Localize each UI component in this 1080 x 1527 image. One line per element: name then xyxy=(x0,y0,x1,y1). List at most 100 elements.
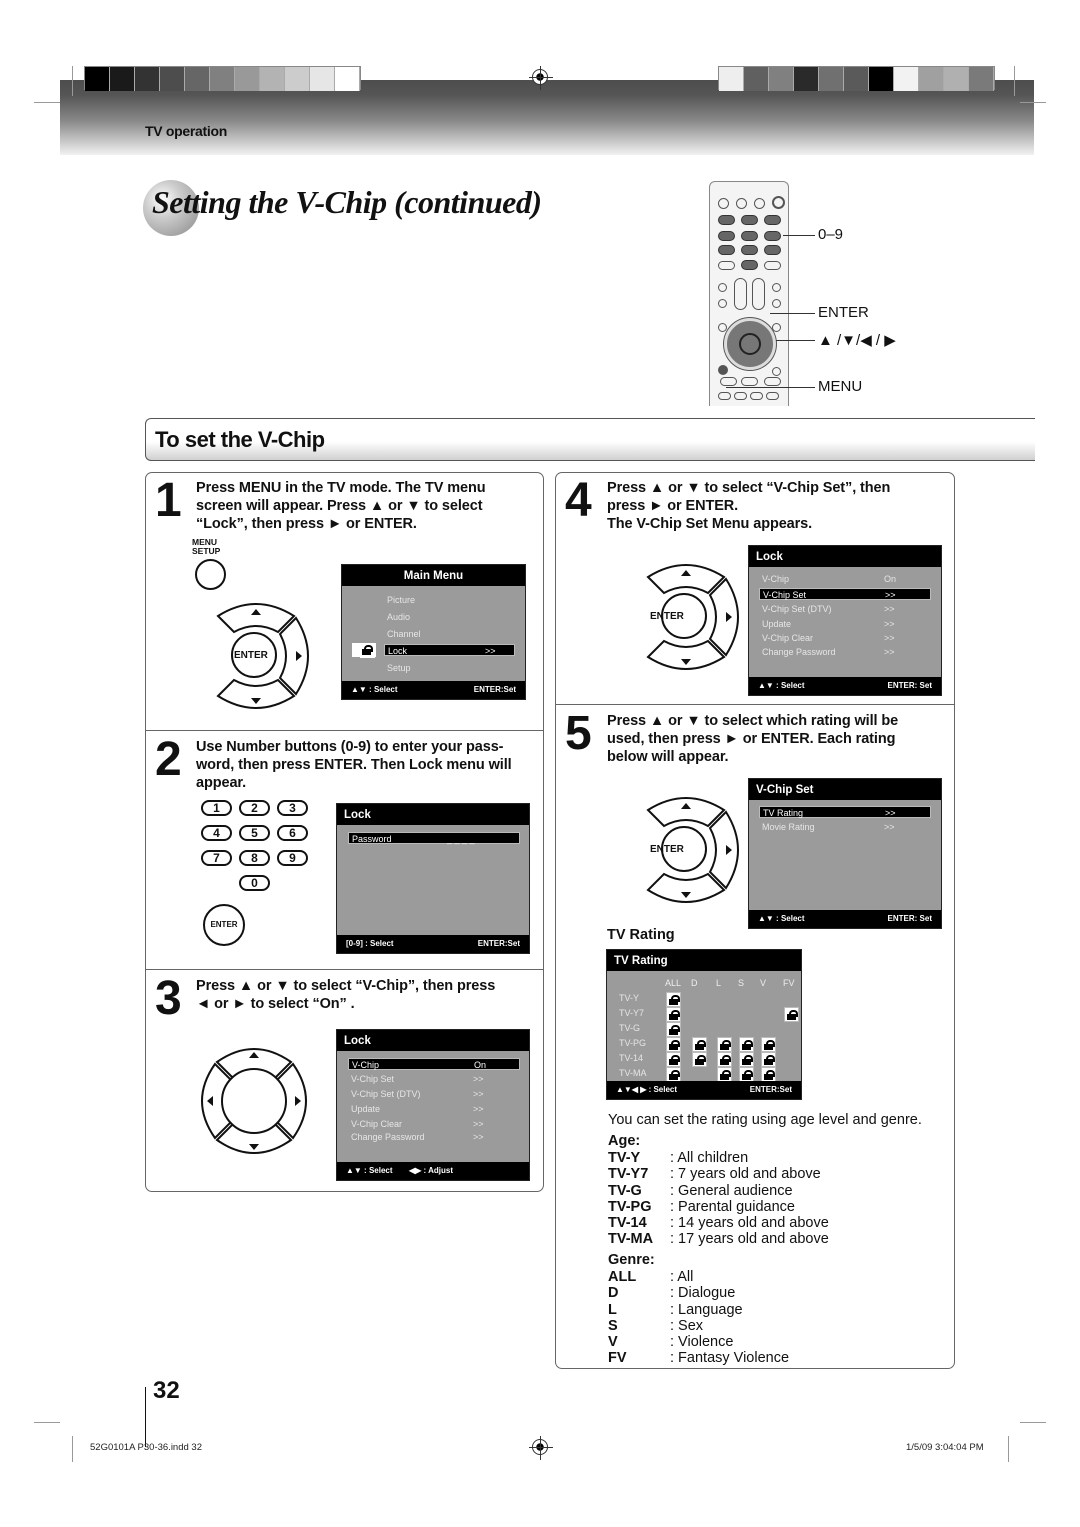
crop-mark xyxy=(1008,1436,1009,1462)
menu-item-vchip-clear[interactable]: V-Chip Clear >> xyxy=(759,632,931,644)
menu-item-vchip-clear[interactable]: V-Chip Clear >> xyxy=(348,1118,520,1130)
rating-note: You can set the rating using age level a… xyxy=(608,1112,922,1128)
number-key-7[interactable]: 7 xyxy=(201,850,232,866)
screen-footer: ▲▼ : Select ENTER: Set xyxy=(749,677,941,695)
menu-item-lock[interactable]: Lock >> xyxy=(384,644,515,656)
number-key-1[interactable]: 1 xyxy=(201,800,232,816)
menu-item-change-password[interactable]: Change Password >> xyxy=(348,1131,520,1143)
menu-setup-button[interactable] xyxy=(195,559,226,590)
rating-lock-icon[interactable] xyxy=(666,1037,681,1052)
tv-screen-lock-vchip: Lock V-Chip On V-Chip Set >> V-Chip Set (D… xyxy=(336,1029,530,1181)
rating-lock-icon[interactable] xyxy=(692,1052,707,1067)
page-number: 32 xyxy=(153,1377,180,1404)
rating-row-label: TV-MA xyxy=(619,1068,647,1078)
menu-item-vchip-set[interactable]: V-Chip Set >> xyxy=(348,1073,520,1085)
number-key-2[interactable]: 2 xyxy=(239,800,270,816)
screen-footer: [0-9] : Select ENTER:Set xyxy=(337,935,529,953)
number-key-9[interactable]: 9 xyxy=(277,850,308,866)
menu-item-change-password[interactable]: Change Password >> xyxy=(759,646,931,658)
legend-description: : Dialogue xyxy=(670,1285,736,1302)
menu-item-tv-rating[interactable]: TV Rating >> xyxy=(759,806,931,818)
rating-lock-icon[interactable] xyxy=(761,1037,776,1052)
menu-item-update[interactable]: Update >> xyxy=(759,618,931,630)
rating-lock-icon[interactable] xyxy=(739,1067,754,1082)
rating-lock-icon[interactable] xyxy=(666,1052,681,1067)
instruction-line: Use Number buttons (0-9) to enter your p… xyxy=(196,739,504,755)
screen-title: Lock xyxy=(337,804,529,825)
menu-item-vchip[interactable]: V-Chip On xyxy=(759,573,931,585)
rating-lock-icon[interactable] xyxy=(666,1067,681,1082)
color-swatch xyxy=(185,67,210,91)
remote-label-arrows: ▲ /▼/◀ / ▶ xyxy=(818,332,896,349)
rating-lock-icon[interactable] xyxy=(717,1067,732,1082)
enter-button[interactable]: ENTER xyxy=(650,611,684,622)
legend-row: ALL: All xyxy=(608,1269,789,1285)
age-legend: TV-Y: All children TV-Y7: 7 years old and… xyxy=(608,1150,829,1248)
registration-mark-icon xyxy=(529,66,553,90)
menu-item-vchip[interactable]: V-Chip On xyxy=(348,1058,520,1070)
rating-row-label: TV-Y xyxy=(619,993,640,1003)
step-number: 1 xyxy=(155,474,182,527)
dpad-four-way-icon xyxy=(201,1048,307,1154)
number-key-8[interactable]: 8 xyxy=(239,850,270,866)
legend-code: ALL xyxy=(608,1269,637,1285)
remote-control-illustration xyxy=(709,181,789,406)
menu-item-vchip-set-dtv[interactable]: V-Chip Set (DTV) >> xyxy=(348,1088,520,1100)
menu-setup-label: MENU SETUP xyxy=(192,538,220,556)
screen-footer: ▲▼ : Select ENTER: Set xyxy=(749,910,941,928)
rating-lock-icon[interactable] xyxy=(761,1052,776,1067)
legend-code: FV xyxy=(608,1350,627,1367)
screen-title: Lock xyxy=(337,1030,529,1051)
number-key-5[interactable]: 5 xyxy=(239,825,270,841)
rating-lock-icon[interactable] xyxy=(692,1037,707,1052)
color-swatch xyxy=(944,67,969,91)
rating-column-header: L xyxy=(716,978,722,988)
enter-button[interactable]: ENTER xyxy=(650,844,684,855)
divider xyxy=(145,730,544,731)
menu-item-vchip-set-dtv[interactable]: V-Chip Set (DTV) >> xyxy=(759,603,931,615)
tv-rating-subheading: TV Rating xyxy=(607,927,675,943)
screen-title: V-Chip Set xyxy=(749,779,941,800)
number-key-6[interactable]: 6 xyxy=(277,825,308,841)
rating-lock-icon[interactable] xyxy=(717,1052,732,1067)
menu-item-vchip-set[interactable]: V-Chip Set >> xyxy=(759,588,931,600)
tv-screen-tv-rating: TV Rating ALL D L S V FV TV-Y TV-Y7 TV-G TV-PG TV-… xyxy=(606,949,802,1100)
rating-lock-icon[interactable] xyxy=(761,1067,776,1082)
genre-legend: ALL: All D: Dialogue L: Language S: Sex V: V… xyxy=(608,1269,789,1367)
callout-line xyxy=(770,313,815,314)
rating-lock-icon[interactable] xyxy=(666,1022,681,1037)
password-field[interactable]: Password _ _ _ _ xyxy=(348,832,520,844)
legend-row: TV-Y7: 7 years old and above xyxy=(608,1166,829,1182)
rating-lock-icon[interactable] xyxy=(739,1052,754,1067)
instruction-line: The V-Chip Set Menu appears. xyxy=(607,516,813,532)
dpad-enter-right-icon xyxy=(646,564,739,670)
instruction-line: used, then press ► or ENTER. Each rating xyxy=(607,731,896,747)
legend-row: TV-MA: 17 years old and above xyxy=(608,1231,829,1247)
remote-label-menu: MENU xyxy=(818,378,863,395)
screen-title: Main Menu xyxy=(342,565,525,586)
rating-row-label: TV-Y7 xyxy=(619,1008,645,1018)
menu-item-update[interactable]: Update >> xyxy=(348,1103,520,1115)
legend-code: TV-Y7 xyxy=(608,1166,649,1183)
step-number: 5 xyxy=(565,707,592,760)
enter-button[interactable]: ENTER xyxy=(203,904,245,946)
tv-screen-lock-password: Lock Password _ _ _ _ [0-9] : Select ENTER… xyxy=(336,803,530,954)
rating-row-label: TV-G xyxy=(619,1023,641,1033)
number-key-4[interactable]: 4 xyxy=(201,825,232,841)
rating-lock-icon[interactable] xyxy=(666,992,681,1007)
number-key-0[interactable]: 0 xyxy=(239,875,270,891)
legend-row: V: Violence xyxy=(608,1334,789,1350)
rating-column-header: V xyxy=(760,978,767,988)
rating-lock-icon[interactable] xyxy=(739,1037,754,1052)
step-5-instructions: Press ▲ or ▼ to select which rating will… xyxy=(607,712,898,766)
remote-label-digits: 0–9 xyxy=(818,226,844,243)
rating-row-label: TV-14 xyxy=(619,1053,644,1063)
menu-item-movie-rating[interactable]: Movie Rating >> xyxy=(759,821,931,833)
rating-lock-icon[interactable] xyxy=(784,1007,799,1022)
number-key-3[interactable]: 3 xyxy=(277,800,308,816)
enter-button[interactable]: ENTER xyxy=(234,650,268,661)
instruction-line: Press MENU in the TV mode. The TV menu xyxy=(196,480,486,496)
rating-lock-icon[interactable] xyxy=(717,1037,732,1052)
rating-lock-icon[interactable] xyxy=(666,1007,681,1022)
instruction-line: “Lock”, then press ► or ENTER. xyxy=(196,516,417,532)
